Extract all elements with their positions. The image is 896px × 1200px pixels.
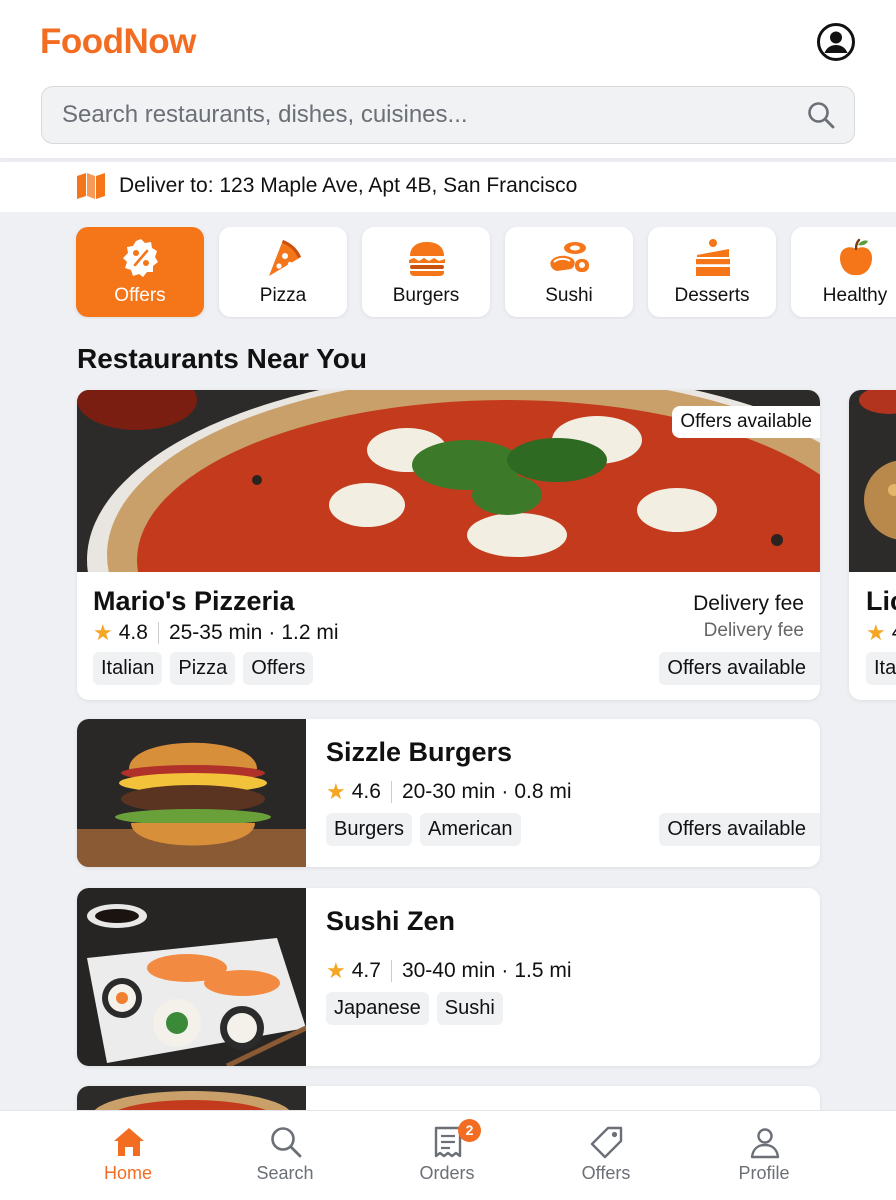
restaurant-card[interactable]: Sizzle Burgers ★ 4.6 20-30 min · 0.8 mi … bbox=[77, 719, 820, 867]
delivery-time: 20-30 min bbox=[401, 780, 496, 803]
nav-label: Offers bbox=[581, 1163, 631, 1183]
delivery-fee-value: Delivery fee bbox=[703, 620, 804, 641]
restaurant-card-peek[interactable]: Lic ★ 4 Ita bbox=[849, 390, 896, 700]
nav-label: Profile bbox=[738, 1163, 790, 1183]
food-photo bbox=[849, 390, 896, 572]
restaurant-meta: ★ 4.8 25-35 min · 1.2 mi bbox=[93, 620, 339, 646]
category-label: Sushi bbox=[545, 285, 593, 306]
category-label: Offers bbox=[114, 285, 166, 306]
distance: 1.5 mi bbox=[514, 959, 572, 982]
restaurant-card[interactable]: Sushi Zen ★ 4.7 30-40 min · 1.5 mi Japan… bbox=[77, 888, 820, 1066]
star-icon: ★ bbox=[93, 620, 113, 645]
apple-icon bbox=[840, 238, 872, 276]
star-icon: ★ bbox=[326, 779, 346, 804]
cuisine-tag: Burgers bbox=[326, 813, 413, 846]
dot-separator: · bbox=[268, 621, 276, 644]
cuisine-tag: Ita bbox=[866, 652, 896, 685]
user-icon bbox=[750, 1128, 780, 1159]
user-circle-icon[interactable] bbox=[816, 22, 856, 62]
category-label: Burgers bbox=[392, 285, 460, 306]
category-burgers[interactable]: Burgers bbox=[362, 227, 490, 317]
cuisine-tags: Ita bbox=[866, 652, 896, 685]
search-icon[interactable] bbox=[806, 100, 836, 130]
delivery-fee-label: Delivery fee bbox=[693, 592, 804, 615]
category-label: Pizza bbox=[259, 285, 307, 306]
distance: 0.8 mi bbox=[514, 780, 572, 803]
star-icon: ★ bbox=[326, 958, 346, 983]
nav-home[interactable]: Home bbox=[58, 1111, 198, 1200]
restaurant-name: Lic bbox=[866, 586, 896, 616]
delivery-time: 30-40 min bbox=[401, 959, 496, 982]
category-sushi[interactable]: Sushi bbox=[505, 227, 633, 317]
burger-icon bbox=[409, 242, 445, 276]
cake-icon bbox=[696, 239, 730, 276]
tag-icon bbox=[590, 1126, 623, 1159]
bottom-navigation: Home Search 2 Orders Offers Profile bbox=[0, 1110, 896, 1200]
category-healthy[interactable]: Healthy bbox=[791, 227, 896, 317]
divider bbox=[157, 622, 159, 644]
offers-available-tag: Offers available bbox=[672, 406, 820, 438]
restaurant-name: Sizzle Burgers bbox=[326, 737, 513, 767]
rating-value: 4.7 bbox=[351, 959, 381, 982]
sushi-photo bbox=[77, 888, 306, 1066]
category-desserts[interactable]: Desserts bbox=[648, 227, 776, 317]
cuisine-tag: American bbox=[420, 813, 521, 846]
nav-orders[interactable]: 2 Orders bbox=[377, 1111, 517, 1200]
delivery-address-text: Deliver to: 123 Maple Ave, Apt 4B, San F… bbox=[119, 174, 578, 197]
category-label: Desserts bbox=[674, 285, 750, 306]
restaurant-name: Sushi Zen bbox=[326, 906, 456, 936]
restaurant-meta: ★ 4.6 20-30 min · 0.8 mi bbox=[326, 779, 572, 805]
category-pizza[interactable]: Pizza bbox=[219, 227, 347, 317]
restaurant-card-featured[interactable]: Offers available Mario's Pizzeria ★ 4.8 … bbox=[77, 390, 820, 700]
dot-separator: · bbox=[501, 959, 509, 982]
category-offers[interactable]: Offers bbox=[76, 227, 204, 317]
rating-value: 4.8 bbox=[118, 621, 148, 644]
divider bbox=[390, 781, 392, 803]
delivery-address-bar[interactable]: Deliver to: 123 Maple Ave, Apt 4B, San F… bbox=[0, 162, 896, 212]
sushi-icon bbox=[550, 242, 589, 272]
restaurant-meta: ★ 4 bbox=[866, 620, 896, 646]
dot-separator: · bbox=[501, 780, 509, 803]
divider bbox=[390, 960, 392, 982]
search-input[interactable] bbox=[62, 87, 802, 142]
cuisine-tags: Italian Pizza Offers bbox=[93, 652, 314, 685]
app-header: FoodNow bbox=[0, 0, 896, 158]
search-bar bbox=[41, 86, 855, 144]
home-icon bbox=[114, 1128, 144, 1156]
percent-badge-icon bbox=[123, 239, 158, 277]
nav-label: Search bbox=[256, 1163, 314, 1183]
map-icon bbox=[77, 173, 105, 199]
cuisine-tag: Japanese bbox=[326, 992, 429, 1025]
search-icon bbox=[271, 1127, 302, 1158]
delivery-time: 25-35 min bbox=[168, 621, 263, 644]
cuisine-tag: Offers bbox=[243, 652, 314, 685]
burger-photo bbox=[77, 719, 306, 867]
app-logo[interactable]: FoodNow bbox=[40, 22, 196, 62]
distance: 1.2 mi bbox=[281, 621, 339, 644]
section-title: Restaurants Near You bbox=[77, 343, 367, 374]
restaurant-name: Mario's Pizzeria bbox=[93, 586, 295, 616]
cuisine-tag: Italian bbox=[93, 652, 163, 685]
star-icon: ★ bbox=[866, 620, 886, 645]
offers-available-chip: Offers available bbox=[659, 652, 820, 685]
rating-value: 4 bbox=[892, 621, 896, 645]
rating-value: 4.6 bbox=[351, 780, 381, 803]
nav-label: Home bbox=[103, 1163, 152, 1183]
nav-search[interactable]: Search bbox=[215, 1111, 355, 1200]
category-carousel: Offers Pizza Burgers Sushi Desserts Heal… bbox=[0, 227, 896, 319]
offers-available-chip: Offers available bbox=[659, 813, 820, 846]
nav-label: Orders bbox=[419, 1163, 475, 1183]
orders-badge: 2 bbox=[458, 1119, 481, 1142]
cuisine-tags: Burgers American bbox=[326, 813, 521, 846]
cuisine-tag: Sushi bbox=[436, 992, 503, 1025]
nav-offers[interactable]: Offers bbox=[536, 1111, 676, 1200]
cuisine-tags: Japanese Sushi bbox=[326, 992, 503, 1025]
cuisine-tag: Pizza bbox=[170, 652, 236, 685]
restaurant-meta: ★ 4.7 30-40 min · 1.5 mi bbox=[326, 958, 572, 984]
category-label: Healthy bbox=[822, 285, 888, 306]
nav-profile[interactable]: Profile bbox=[694, 1111, 834, 1200]
pizza-slice-icon bbox=[269, 240, 301, 276]
